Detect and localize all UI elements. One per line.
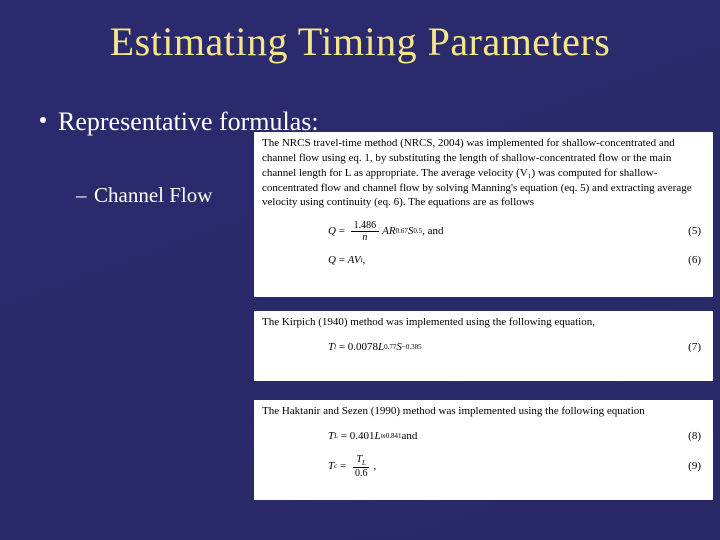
equation-9: T c = TL 0.6 , (9) [262, 454, 705, 480]
eq9-trail: , [373, 459, 376, 474]
eq9-number: (9) [688, 459, 701, 474]
equation-5: Q = 1.486 n AR 0.67 S 0.5 , and (5) [262, 220, 705, 243]
eq6-trail: , [363, 253, 366, 268]
bullet-level-2: – Channel Flow [94, 183, 212, 208]
clip3-paragraph: The Haktanir and Sezen (1990) method was… [262, 404, 705, 419]
eq5-trail: , and [422, 224, 443, 239]
eq5-lhs: Q [328, 224, 336, 239]
equation-7: T l = 0.0078 L 0.77 S −0.385 (7) [262, 340, 705, 355]
eq5-number: (5) [688, 224, 701, 239]
eq5-frac-den: n [359, 232, 370, 243]
eq9-fraction: TL 0.6 [352, 454, 371, 480]
equation-6: Q = AV t , (6) [262, 253, 705, 268]
eq7-sup2: −0.385 [402, 343, 422, 352]
equation-8: T L = 0.401 L m 0.841 and (8) [262, 429, 705, 444]
eq6-number: (6) [688, 253, 701, 268]
formula-image-kirpich: The Kirpich (1940) method was implemente… [254, 311, 713, 381]
clip2-paragraph: The Kirpich (1940) method was implemente… [262, 315, 705, 330]
eq8-number: (8) [688, 429, 701, 444]
eq8-trail: and [401, 429, 417, 444]
slide: Estimating Timing Parameters Representat… [0, 0, 720, 540]
eq8-sup1: 0.841 [386, 432, 402, 441]
bullet-2-text: Channel Flow [94, 183, 212, 207]
slide-title: Estimating Timing Parameters [0, 0, 720, 65]
eq5-frac-num: 1.486 [351, 220, 380, 232]
eq8-coeff: 0.401 [350, 429, 375, 444]
eq9-frac-num: TL [353, 454, 368, 469]
eq5-sup2: 0.5 [413, 227, 422, 236]
eq5-fraction: 1.486 n [351, 220, 380, 243]
eq7-sup1: 0.77 [384, 343, 396, 352]
eq5-ar: AR [382, 224, 395, 239]
eq7-number: (7) [688, 340, 701, 355]
formula-image-haktanir: The Haktanir and Sezen (1990) method was… [254, 400, 713, 500]
eq7-coeff: 0.0078 [348, 340, 378, 355]
eq6-rhs: AV [348, 253, 361, 268]
formula-image-nrcs: The NRCS travel-time method (NRCS, 2004)… [254, 132, 713, 297]
eq6-lhs: Q [328, 253, 336, 268]
clip1-paragraph: The NRCS travel-time method (NRCS, 2004)… [262, 136, 705, 210]
bullet-dash-icon: – [76, 183, 87, 208]
bullet-dot-icon [40, 117, 46, 123]
eq9-frac-den: 0.6 [352, 468, 371, 479]
eq9-num-sub: L [362, 459, 366, 467]
eq5-sup1: 0.67 [396, 227, 408, 236]
